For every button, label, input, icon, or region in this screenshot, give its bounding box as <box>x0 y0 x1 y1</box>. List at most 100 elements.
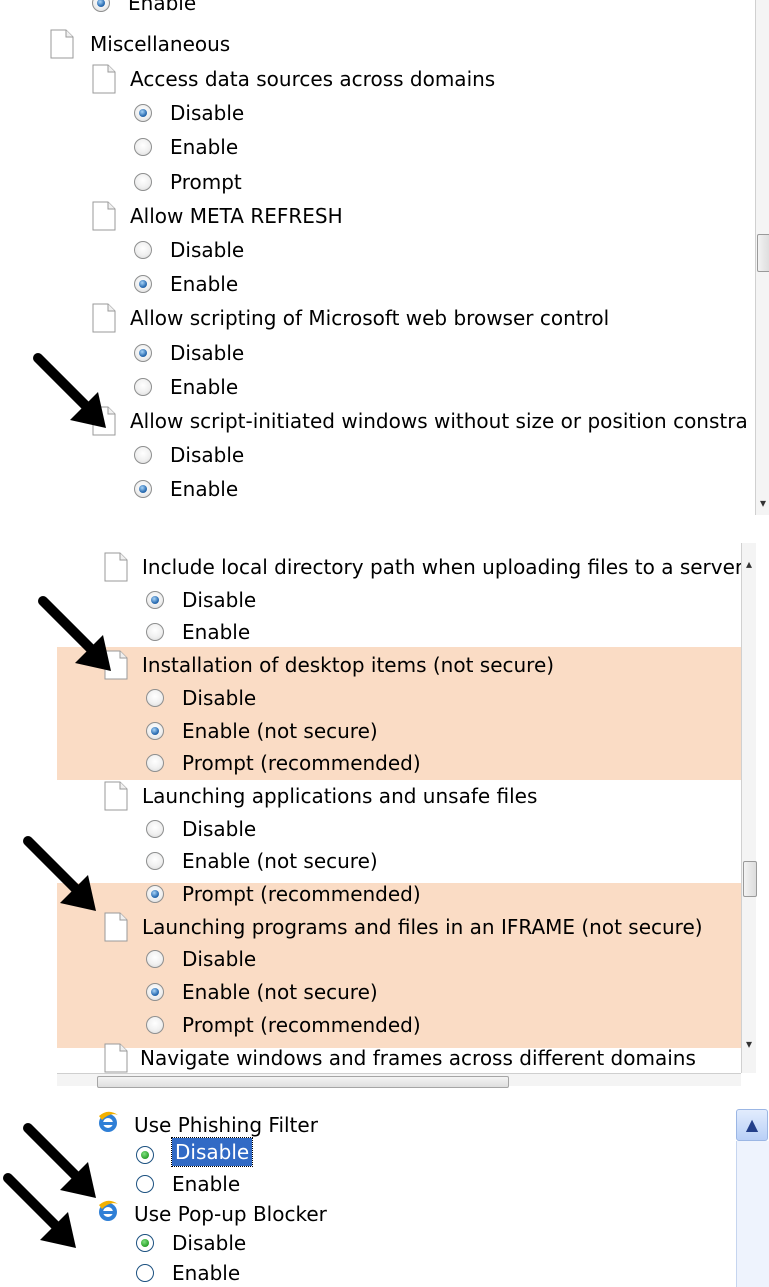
setting-row[interactable]: Allow script-initiated windows without s… <box>92 404 748 438</box>
radio-button[interactable] <box>136 1145 154 1164</box>
setting-row[interactable]: Installation of desktop items (not secur… <box>104 648 554 682</box>
page-icon <box>92 303 116 333</box>
radio-option[interactable]: Disable <box>146 583 256 617</box>
option-label: Prompt (recommended) <box>182 882 421 906</box>
option-label: Enable <box>128 0 197 15</box>
radio-button[interactable] <box>136 1175 154 1193</box>
radio-option[interactable]: Disable <box>134 96 244 130</box>
setting-row[interactable]: Launching programs and files in an IFRAM… <box>104 910 703 944</box>
radio-button[interactable] <box>134 138 152 157</box>
setting-title: Installation of desktop items (not secur… <box>142 653 555 678</box>
option-label: Disable <box>170 101 245 126</box>
scrollbar-thumb[interactable] <box>743 861 757 897</box>
vertical-scrollbar[interactable]: ▾ <box>755 0 769 515</box>
scroll-down-icon[interactable]: ▾ <box>742 1037 756 1051</box>
scroll-down-icon[interactable]: ▾ <box>756 496 769 510</box>
scrollbar-thumb[interactable] <box>757 234 769 272</box>
setting-row[interactable]: Allow META REFRESH <box>92 199 343 233</box>
option-label: Enable (not secure) <box>182 849 378 874</box>
setting-row[interactable]: Launching applications and unsafe files <box>104 779 537 813</box>
radio-button[interactable] <box>134 446 152 465</box>
vertical-scrollbar[interactable] <box>736 1141 769 1287</box>
radio-option[interactable]: Enable <box>134 370 238 404</box>
radio-option[interactable]: Prompt <box>134 165 242 199</box>
radio-option[interactable]: Enable <box>136 1256 240 1287</box>
setting-title: Include local directory path when upload… <box>142 555 744 579</box>
radio-button[interactable] <box>134 241 152 259</box>
page-icon <box>92 201 116 231</box>
pointer-arrow-icon <box>3 1173 76 1248</box>
radio-button[interactable] <box>146 819 164 838</box>
option-label: Prompt (recommended) <box>182 1012 421 1037</box>
radio-button[interactable] <box>146 590 164 609</box>
pointer-arrow-icon <box>38 596 111 671</box>
radio-option[interactable]: Prompt (recommended) <box>146 1008 421 1042</box>
radio-button[interactable] <box>134 275 152 294</box>
setting-title: Allow META REFRESH <box>130 203 343 228</box>
radio-option[interactable]: Enable (not secure) <box>146 975 378 1009</box>
pointer-arrow-icon <box>23 836 96 911</box>
option-label: Enable (not secure) <box>182 980 378 1005</box>
radio-option[interactable]: Prompt (recommended) <box>146 746 421 780</box>
setting-title: Allow script-initiated windows without s… <box>130 409 748 433</box>
security-settings-list-2: Include local directory path when upload… <box>0 543 769 1088</box>
radio-button[interactable] <box>134 343 152 362</box>
option-label: Disable <box>182 947 257 972</box>
setting-row[interactable]: Access data sources across domains <box>92 62 495 96</box>
radio-option[interactable]: Disable <box>146 942 256 976</box>
option-label: Disable <box>182 587 257 612</box>
radio-button[interactable] <box>146 983 164 1002</box>
radio-option[interactable]: Enable <box>134 267 238 301</box>
radio-button[interactable] <box>134 377 152 396</box>
radio-button[interactable] <box>134 172 152 191</box>
radio-option[interactable]: Enable <box>146 615 250 649</box>
radio-option[interactable]: Disable <box>134 336 244 370</box>
setting-title: Access data sources across domains <box>130 67 496 91</box>
option-label: Disable <box>170 238 245 262</box>
radio-button[interactable] <box>146 1015 164 1034</box>
radio-button[interactable] <box>146 885 164 903</box>
radio-button[interactable] <box>146 754 164 773</box>
radio-option[interactable]: Disable <box>134 233 244 267</box>
category-miscellaneous[interactable]: Miscellaneous <box>50 27 230 61</box>
setting-title: Launching applications and unsafe files <box>142 783 538 808</box>
option-label: Enable (not secure) <box>182 718 378 743</box>
pointer-arrow-icon <box>33 353 106 428</box>
setting-row[interactable]: Allow scripting of Microsoft web browser… <box>92 301 609 335</box>
radio-button[interactable] <box>146 688 164 707</box>
option-label: Prompt <box>170 169 242 194</box>
radio-button[interactable] <box>146 852 164 871</box>
option-label: Enable <box>182 620 251 645</box>
radio-button[interactable] <box>136 1263 154 1282</box>
scroll-up-icon[interactable]: ▲ <box>736 1109 768 1141</box>
scroll-up-icon[interactable]: ▴ <box>742 557 756 571</box>
option-label: Enable <box>170 272 239 297</box>
scrollbar-thumb[interactable] <box>97 1076 509 1088</box>
radio-option[interactable]: Enable (not secure) <box>146 844 378 878</box>
radio-button[interactable] <box>136 1234 154 1252</box>
radio-option[interactable]: Disable <box>146 812 256 846</box>
page-icon <box>104 552 128 582</box>
setting-navigate-windows-partial[interactable]: Navigate windows and frames across diffe… <box>104 1041 696 1075</box>
option-label: Prompt (recommended) <box>182 751 421 776</box>
radio-button[interactable] <box>134 480 152 499</box>
radio-option[interactable]: Enable <box>134 130 238 164</box>
radio-button[interactable] <box>134 104 152 123</box>
radio-option[interactable]: Enable <box>134 472 238 506</box>
radio-option[interactable]: Disable <box>146 681 256 715</box>
radio-button[interactable] <box>146 950 164 969</box>
horizontal-scrollbar[interactable] <box>57 1073 741 1088</box>
radio-button[interactable] <box>146 623 164 642</box>
option-label: Enable <box>170 135 239 160</box>
option-label: Disable <box>182 685 257 710</box>
radio-option-enable-partial[interactable]: Enable <box>92 0 196 20</box>
radio-option[interactable]: Prompt (recommended) <box>146 877 421 911</box>
vertical-scrollbar[interactable]: ▴ ▾ <box>741 543 757 1073</box>
radio-button[interactable] <box>146 721 164 740</box>
radio-option[interactable]: Enable (not secure) <box>146 714 378 748</box>
radio-button[interactable] <box>92 0 110 12</box>
setting-row[interactable]: Include local directory path when upload… <box>104 550 743 584</box>
radio-option[interactable]: Disable <box>134 438 244 472</box>
option-label: Enable <box>172 1260 241 1285</box>
option-label: Disable <box>170 1136 254 1167</box>
